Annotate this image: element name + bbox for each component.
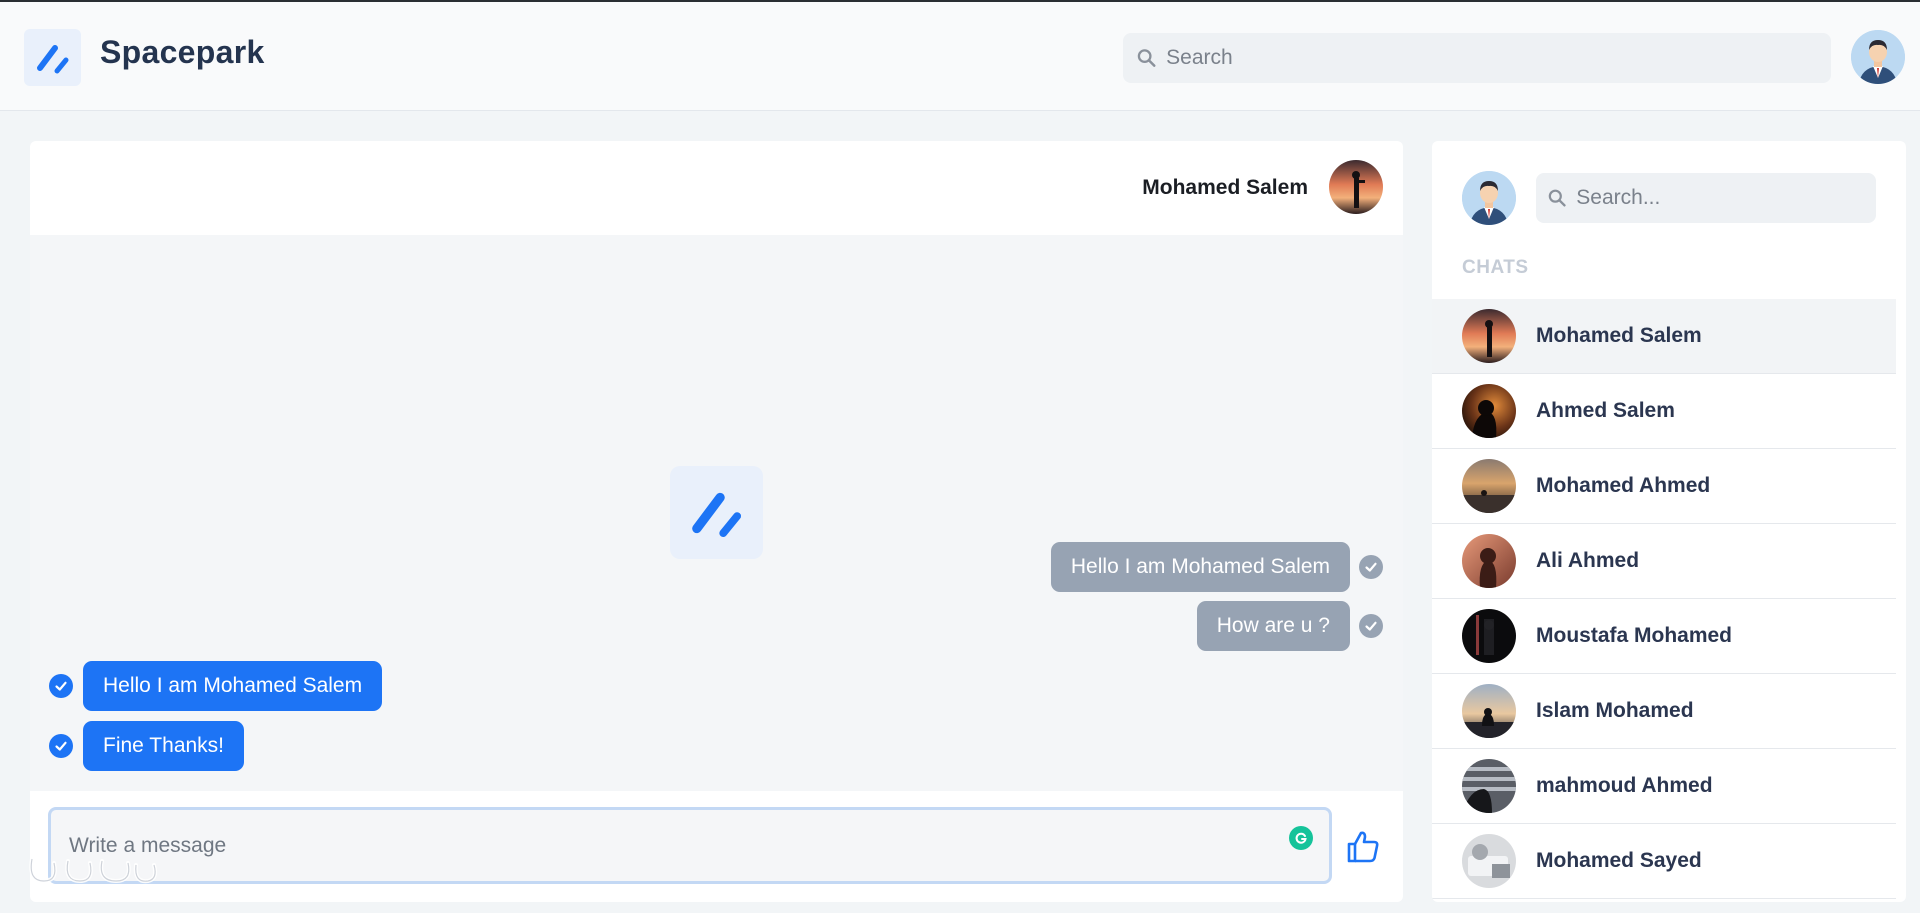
read-check-icon [1359,555,1383,579]
chat-list-item[interactable]: Moustafa Mohamed [1432,599,1896,674]
app-brand-name: Spacepark [100,34,265,70]
chat-header: Mohamed Salem [30,141,1403,235]
chat-list: Mohamed Salem Ahmed Salem Mohamed Ahmed … [1432,299,1896,899]
contact-avatar [1462,309,1516,363]
contact-avatar [1462,684,1516,738]
contact-avatar [1462,609,1516,663]
chat-contact-name: Mohamed Salem [1142,176,1308,199]
chat-list-item[interactable]: Mohamed Salem [1432,299,1896,374]
chat-panel: Mohamed Salem Hello I am Mohamed Salem H… [30,141,1403,902]
message-bubble-received[interactable]: Fine Thanks! [83,721,245,771]
chat-list-item[interactable]: Ahmed Salem [1432,374,1896,449]
search-icon [1137,49,1156,67]
logo-icon [36,44,68,73]
contact-avatar [1462,459,1516,513]
message-bubble-sent[interactable]: How are u ? [1196,601,1350,651]
chat-contact-name: Mohamed Sayed [1536,849,1702,872]
read-check-icon [49,674,73,698]
watermark-logo [24,845,164,893]
contact-avatar [1462,834,1516,888]
chats-sidebar: CHATS Mohamed Salem [1432,141,1906,902]
message-bubble-sent[interactable]: Hello I am Mohamed Salem [1050,542,1350,592]
chat-contact-name: Mohamed Ahmed [1536,474,1711,497]
thumbs-up-icon[interactable] [1343,827,1383,867]
chats-section-label: CHATS [1462,257,1529,278]
chat-list-item[interactable]: Mohamed Ahmed [1432,449,1896,524]
chat-contact-name: Ahmed Salem [1536,399,1675,422]
chat-contact-name: Mohamed Salem [1536,324,1702,347]
chat-list-item[interactable]: Ali Ahmed [1432,524,1896,599]
chat-contact-name: Islam Mohamed [1536,699,1694,722]
user-avatar-icon[interactable] [1851,30,1905,84]
logo-icon [691,492,741,537]
user-avatar-icon[interactable] [1462,171,1516,225]
chat-list-item[interactable]: Mohamed Sayed [1432,824,1896,899]
top-bar: Spacepark [0,0,1920,111]
message-input-box[interactable] [48,807,1332,884]
contact-avatar [1462,759,1516,813]
chat-empty-logo [670,466,763,559]
message-composer [30,791,1403,902]
chat-search-box[interactable] [1536,173,1876,223]
chat-list-item[interactable]: mahmoud Ahmed [1432,749,1896,824]
chat-list-item[interactable]: Islam Mohamed [1432,674,1896,749]
read-check-icon [49,734,73,758]
grammarly-icon[interactable] [1289,826,1313,850]
global-search-input[interactable] [1166,46,1831,70]
message-bubble-received[interactable]: Hello I am Mohamed Salem [83,661,383,711]
message-input[interactable] [69,833,1219,858]
contact-avatar [1462,384,1516,438]
chat-contact-name: Moustafa Mohamed [1536,624,1733,647]
global-search-box[interactable] [1123,33,1831,83]
app-logo[interactable] [24,29,81,86]
contact-avatar [1462,534,1516,588]
chat-contact-name: mahmoud Ahmed [1536,774,1713,797]
read-check-icon [1359,614,1383,638]
search-icon [1548,189,1566,207]
chat-contact-name: Ali Ahmed [1536,549,1640,572]
chat-search-input[interactable] [1576,186,1876,210]
contact-avatar[interactable] [1329,160,1383,214]
